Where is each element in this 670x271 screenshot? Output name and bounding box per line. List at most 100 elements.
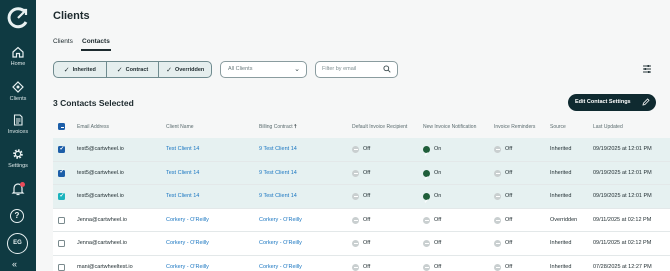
edit-contact-settings-button[interactable]: Edit Contact Settings — [568, 94, 656, 111]
cell-new-invoice-notification[interactable]: Off — [423, 256, 441, 271]
row-checkbox[interactable] — [58, 263, 65, 271]
status-label: On — [434, 193, 442, 199]
cell-new-invoice-notification[interactable]: On — [423, 138, 441, 168]
filter-inherited-button[interactable]: ✓ Inherited — [54, 62, 107, 77]
status-label: Off — [434, 240, 442, 246]
cartwheel-logo-icon[interactable] — [7, 7, 29, 29]
cell-client-link[interactable]: Corkery - O'Reilly — [166, 232, 209, 256]
table-header: Email Address Client Name Billing Contra… — [53, 119, 670, 135]
status-off-icon — [494, 240, 501, 248]
cell-new-invoice-notification[interactable]: On — [423, 185, 442, 215]
table-row[interactable]: Jenna@cartwheel.io Corkery - O'Reilly Cork… — [53, 232, 670, 256]
cell-client-link[interactable]: Corkery - O'Reilly — [166, 256, 209, 271]
cell-source: Inherited — [550, 193, 572, 199]
chevron-down-icon: ⌄ — [294, 66, 300, 73]
help-button[interactable]: ? — [10, 209, 24, 223]
cell-new-invoice-notification[interactable]: Off — [423, 232, 441, 256]
cell-contract-link[interactable]: Corkery - O'Reilly — [259, 209, 302, 233]
status-on-icon — [423, 168, 430, 191]
column-header-new-invoice[interactable]: New Invoice Notification — [423, 124, 476, 130]
table-row[interactable]: Jenna@cartwheel.io Corkery - O'Reilly Cork… — [53, 208, 670, 233]
cell-invoice-reminders[interactable]: Off — [494, 232, 512, 256]
cell-invoice-reminders[interactable]: Off — [494, 162, 512, 186]
sidebar-item-clients[interactable]: Clients — [0, 81, 36, 102]
cell-invoice-reminders[interactable]: Off — [494, 185, 512, 209]
cell-contract-link[interactable]: 9 Test Client 14 — [259, 162, 297, 186]
search-icon — [383, 65, 391, 73]
status-label: Off — [363, 193, 371, 199]
status-off-icon — [352, 216, 359, 224]
cell-contract-link[interactable]: 9 Test Client 14 — [259, 185, 297, 209]
status-label: Off — [505, 240, 513, 246]
cell-new-invoice-notification[interactable]: On — [423, 162, 441, 191]
column-header-default-recipient[interactable]: Default Invoice Recipient — [352, 124, 407, 130]
status-off-icon — [494, 216, 501, 224]
cell-default-recipient[interactable]: Off — [352, 256, 370, 271]
table-row[interactable]: test5@cartwheel.io Test Client 14 9 Test C… — [53, 185, 670, 215]
sidebar: Home Clients Invoices Settings ? EG « — [0, 0, 36, 271]
cell-email: test5@cartwheel.io — [77, 193, 124, 199]
column-header-billing-contract[interactable]: Billing Contract 🡑 — [259, 124, 297, 132]
table-row[interactable]: test5@cartwheel.io Test Client 14 9 Test C… — [53, 138, 670, 168]
column-header-client-name[interactable]: Client Name — [166, 124, 194, 130]
column-header-source[interactable]: Source — [550, 124, 566, 130]
status-off-icon — [352, 263, 359, 271]
pencil-icon — [642, 98, 650, 106]
column-header-reminders[interactable]: Invoice Reminders — [494, 124, 535, 130]
cell-client-link[interactable]: Corkery - O'Reilly — [166, 209, 209, 233]
column-header-last-updated[interactable]: Last Updated — [593, 124, 623, 130]
cell-invoice-reminders[interactable]: Off — [494, 256, 512, 271]
sidebar-item-settings[interactable]: Settings — [0, 148, 36, 169]
cell-new-invoice-notification[interactable]: Off — [423, 209, 441, 233]
status-off-icon — [352, 193, 359, 201]
tab-clients[interactable]: Clients — [53, 38, 73, 45]
notifications-button[interactable] — [11, 182, 25, 196]
cell-contract-link[interactable]: Corkery - O'Reilly — [259, 232, 302, 256]
column-settings-icon[interactable] — [642, 64, 652, 74]
email-filter-input[interactable] — [322, 66, 382, 72]
sidebar-item-invoices[interactable]: Invoices — [0, 114, 36, 135]
cell-contract-link[interactable]: 9 Test Client 14 — [259, 138, 297, 162]
cell-invoice-reminders[interactable]: Off — [494, 209, 512, 233]
sidebar-item-label: Invoices — [7, 129, 29, 135]
table-row[interactable]: test5@cartwheel.io Test Client 14 9 Test C… — [53, 161, 670, 191]
row-checkbox[interactable] — [58, 216, 65, 224]
cell-client-link[interactable]: Test Client 14 — [166, 185, 199, 209]
email-filter-field[interactable] — [315, 61, 398, 78]
segment-label: Inherited — [72, 66, 96, 73]
tab-contacts[interactable]: Contacts — [81, 38, 111, 51]
cell-default-recipient[interactable]: Off — [352, 185, 370, 209]
collapse-sidebar-icon[interactable]: « — [12, 259, 17, 269]
filter-overridden-button[interactable]: ✓ Overridden — [159, 62, 211, 77]
cell-contract-link[interactable]: Corkery - O'Reilly — [259, 256, 302, 271]
status-off-icon — [352, 146, 359, 154]
invoices-icon — [13, 114, 23, 126]
gear-icon — [13, 149, 23, 159]
cell-last-updated: 09/11/2025 at 02:12 PM — [593, 216, 652, 223]
row-checkbox[interactable] — [58, 168, 65, 177]
cell-last-updated: 09/19/2025 at 12:01 PM — [593, 193, 652, 199]
cell-invoice-reminders[interactable]: Off — [494, 138, 512, 162]
sidebar-item-home[interactable]: Home — [0, 46, 36, 67]
cell-client-link[interactable]: Test Client 14 — [166, 162, 199, 186]
cell-email: Jenna@cartwheel.io — [77, 240, 127, 246]
row-checkbox[interactable] — [58, 240, 65, 247]
cell-default-recipient[interactable]: Off — [352, 232, 370, 256]
client-select[interactable]: All Clients ⌄ — [220, 61, 307, 78]
column-header-email[interactable]: Email Address — [77, 124, 109, 130]
select-all-checkbox[interactable] — [58, 123, 65, 130]
cell-client-link[interactable]: Test Client 14 — [166, 138, 199, 162]
cell-default-recipient[interactable]: Off — [352, 209, 370, 233]
cell-default-recipient[interactable]: Off — [352, 162, 370, 186]
status-label: Off — [363, 146, 371, 152]
status-on-icon — [423, 144, 430, 168]
sidebar-item-label: Home — [10, 61, 26, 67]
row-checkbox[interactable] — [58, 192, 65, 200]
avatar[interactable]: EG — [7, 233, 28, 254]
check-icon: ✓ — [116, 66, 123, 74]
table-row[interactable]: mani@cartwheeltest.io Corkery - O'Reilly C… — [53, 255, 670, 271]
cell-default-recipient[interactable]: Off — [352, 138, 370, 162]
segment-label: Contract — [125, 66, 149, 73]
filter-contract-button[interactable]: ✓ Contract — [107, 62, 160, 77]
row-checkbox[interactable] — [58, 145, 65, 153]
